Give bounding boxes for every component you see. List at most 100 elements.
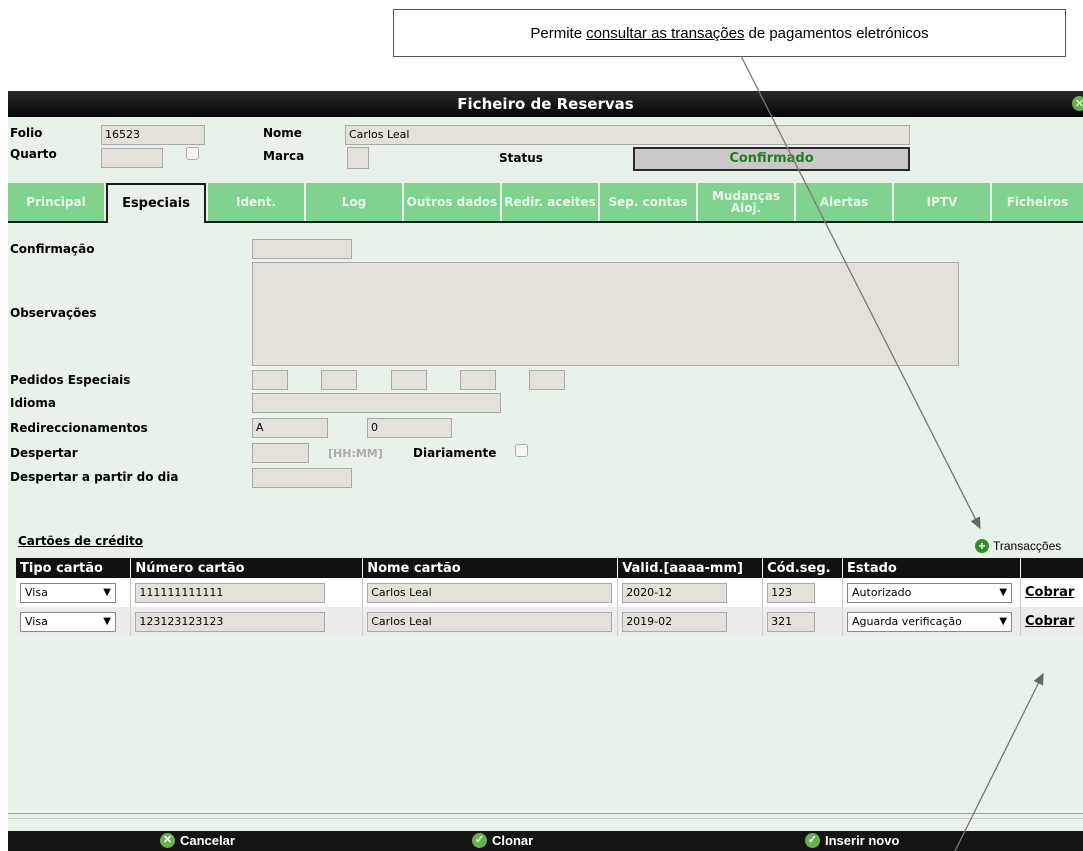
col-estado: Estado [842,558,1021,578]
reservation-window: Ficheiro de Reservas ✕ Folio 16523 Quart… [8,91,1083,851]
dropdown-arrow-icon: ▼ [103,615,111,627]
clone-button[interactable]: ✓ Clonar [472,833,533,848]
dropdown-arrow-icon: ▼ [999,615,1008,627]
close-icon[interactable]: ✕ [1072,96,1083,111]
redirec-label: Redireccionamentos [10,421,148,435]
cobrar-link[interactable]: Cobrar [1025,585,1074,600]
nome-label: Nome [263,126,302,140]
cards-table: Tipo cartão Número cartão Nome cartão Va… [16,558,1083,636]
folio-label: Folio [10,126,43,140]
divider [8,813,1083,819]
cobrar-link[interactable]: Cobrar [1025,614,1074,629]
transacoes-button[interactable]: + Transacções [975,539,1061,553]
callout-suffix: de pagamentos eletrónicos [748,24,929,42]
tab-log[interactable]: Log [306,183,402,221]
pedido-field-4[interactable] [460,370,496,390]
valid-field[interactable]: 2019-02 [622,611,728,632]
pedido-field-5[interactable] [529,370,565,390]
title-bar: Ficheiro de Reservas ✕ [8,91,1083,117]
pedido-field-1[interactable] [252,370,288,390]
callout-box: Permite consultar as transações de pagam… [393,9,1066,57]
observacoes-label: Observações [10,306,97,320]
nome-field[interactable]: Carlos Leal [345,125,910,145]
plus-icon: + [975,539,989,553]
transacoes-label: Transacções [993,539,1062,553]
tab-principal[interactable]: Principal [8,183,104,221]
table-row: Visa ▼ 123123123123 Carlos Leal 2019-02 3… [16,607,1083,636]
confirmacao-field[interactable] [252,239,352,259]
tipo-value: Visa [25,614,48,628]
diariamente-checkbox[interactable] [515,444,528,457]
redirec-field-1[interactable]: A [252,418,328,438]
estado-value: Aguarda verificação [852,614,962,628]
callout-prefix: Permite [530,24,583,42]
cod-field[interactable]: 321 [767,611,816,632]
despertar-dia-label: Despertar a partir do dia [10,470,179,484]
quarto-label: Quarto [10,147,57,161]
tab-sep-contas[interactable]: Sep. contas [600,183,696,221]
nome-cartao-field[interactable]: Carlos Leal [367,582,613,603]
tipo-value: Visa [25,585,48,599]
quarto-checkbox[interactable] [186,147,199,160]
tab-outros-dados[interactable]: Outros dados [404,183,500,221]
clone-label: Clonar [492,833,534,848]
footer-bar: ✕ Cancelar ✓ Clonar ✓ Inserir novo [8,831,1083,851]
tab-redir-aceites[interactable]: Redir. aceites [502,183,598,221]
cancel-icon: ✕ [160,833,175,848]
tab-ficheiros[interactable]: Ficheiros [992,183,1083,221]
numero-field[interactable]: 111111111111 [135,582,326,603]
tipo-select[interactable]: Visa ▼ [20,611,116,632]
valid-field[interactable]: 2020-12 [622,582,728,603]
status-badge: Confirmado [633,147,910,171]
tab-mudancas-aloj[interactable]: Mudanças Aloj. [698,183,794,221]
insert-button[interactable]: ✓ Inserir novo [805,833,899,848]
marca-label: Marca [263,149,305,163]
tab-iptv[interactable]: IPTV [894,183,990,221]
tab-alertas[interactable]: Alertas [796,183,892,221]
despertar-dia-field[interactable] [252,468,352,488]
callout-underlined: consultar as transações [586,24,745,42]
col-nome: Nome cartão [362,558,619,578]
col-action [1020,558,1083,578]
cartoes-title: Cartões de crédito [18,534,144,548]
col-cod: Cód.seg. [762,558,844,578]
check-icon: ✓ [805,833,820,848]
dropdown-arrow-icon: ▼ [999,586,1008,598]
status-label: Status [499,151,543,165]
despertar-field[interactable] [252,443,309,463]
col-numero: Número cartão [130,558,364,578]
check-icon: ✓ [472,833,487,848]
table-row: Visa ▼ 111111111111 Carlos Leal 2020-12 1… [16,578,1083,607]
folio-field[interactable]: 16523 [101,125,205,145]
redirec-field-2[interactable]: 0 [367,418,452,438]
cod-field[interactable]: 123 [767,582,816,603]
estado-value: Autorizado [852,585,912,599]
tab-especiais[interactable]: Especiais [106,183,206,223]
estado-select[interactable]: Autorizado ▼ [847,582,1013,603]
dropdown-arrow-icon: ▼ [103,586,111,598]
tipo-select[interactable]: Visa ▼ [20,582,116,603]
cancel-button[interactable]: ✕ Cancelar [160,833,235,848]
tab-ident[interactable]: Ident. [208,183,304,221]
tab-bar: Principal Especiais Ident. Log Outros da… [8,183,1083,223]
quarto-field[interactable] [101,148,163,168]
observacoes-textarea[interactable] [252,262,959,366]
idioma-field[interactable] [252,393,501,413]
pedido-field-2[interactable] [321,370,357,390]
cancel-label: Cancelar [180,833,235,848]
insert-label: Inserir novo [825,833,900,848]
nome-cartao-field[interactable]: Carlos Leal [367,611,613,632]
estado-select[interactable]: Aguarda verificação ▼ [847,611,1013,632]
numero-field[interactable]: 123123123123 [135,611,326,632]
marca-field[interactable] [347,147,369,169]
confirmacao-label: Confirmação [10,242,95,256]
pedidos-label: Pedidos Especiais [10,373,131,387]
despertar-label: Despertar [10,446,78,460]
col-valid: Valid.[aaaa-mm] [617,558,764,578]
window-title: Ficheiro de Reservas [457,95,634,113]
idioma-label: Idioma [10,396,57,410]
diariamente-label: Diariamente [413,446,497,460]
hhmm-hint: [HH:MM] [328,447,383,460]
pedido-field-3[interactable] [391,370,427,390]
col-tipo: Tipo cartão [16,558,132,578]
